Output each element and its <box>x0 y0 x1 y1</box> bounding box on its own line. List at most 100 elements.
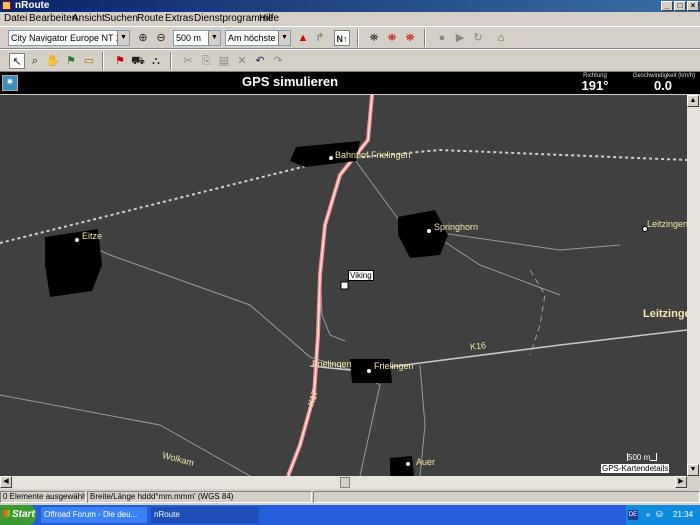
scroll-thumb[interactable] <box>340 477 350 488</box>
cut-icon[interactable]: ✂ <box>180 53 196 69</box>
status-empty-cell <box>313 491 700 503</box>
label-viking[interactable]: Viking <box>348 270 374 281</box>
gps-simulation-bar: ✷ GPS simulieren Richtung 191° Geschwind… <box>0 72 700 94</box>
chevron-down-icon[interactable]: ▼ <box>117 31 129 45</box>
maximize-button[interactable]: □ <box>674 1 686 11</box>
title-bar: nRoute _ □ × <box>0 0 700 12</box>
horizontal-scrollbar[interactable]: ◀ ▶ <box>0 476 687 489</box>
copy-icon[interactable]: ⎘ <box>198 53 214 69</box>
chevron-down-icon[interactable]: ▼ <box>278 31 290 45</box>
status-bar: 0 Elemente ausgewählt Breite/Länge hddd°… <box>0 490 700 504</box>
tray-expand-icon[interactable]: « <box>646 505 650 525</box>
menu-bar: Datei Bearbeiten Ansicht Suchen Route Ex… <box>0 12 700 26</box>
scroll-left-icon[interactable]: ◀ <box>0 476 12 488</box>
taskbar: Start Offroad Forum - Die deu... nRoute … <box>0 505 700 525</box>
windows-logo-icon <box>3 510 10 517</box>
vertical-scrollbar[interactable]: ▲ ▼ <box>687 95 700 476</box>
window-title: nRoute <box>15 0 50 11</box>
label-eitze[interactable]: Eitze <box>82 231 102 241</box>
menu-hilfe[interactable]: Hilfe <box>259 13 279 24</box>
play-icon[interactable]: ▶ <box>452 30 468 46</box>
toolbar-separator <box>357 29 359 47</box>
waypoint-flag-icon[interactable]: ⚑ <box>63 53 79 69</box>
home-icon[interactable]: ⌂ <box>493 30 509 46</box>
taskbar-item-nroute[interactable]: nRoute <box>151 507 259 523</box>
zoom-in-icon[interactable]: ⊕ <box>135 30 151 46</box>
close-button[interactable]: × <box>687 1 699 11</box>
minimize-button[interactable]: _ <box>661 1 673 11</box>
menu-suchen[interactable]: Suchen <box>104 13 138 24</box>
menu-route[interactable]: Route <box>137 13 164 24</box>
select-pointer-icon[interactable]: ↖ <box>9 53 25 69</box>
detail-level-select[interactable]: Am höchste ▼ <box>225 30 291 46</box>
network-icon[interactable]: ⛁ <box>656 505 663 525</box>
area-auer <box>390 456 414 476</box>
north-up-icon[interactable]: N↑ <box>334 30 350 46</box>
area-springhorn <box>398 210 448 258</box>
label-leitzingen-large[interactable]: Leitzinge <box>643 308 687 320</box>
delete-icon[interactable]: ✕ <box>234 53 250 69</box>
scale-label: 500 m <box>628 453 651 462</box>
gps-panel-title: GPS simulieren <box>241 74 339 89</box>
hand-pan-icon[interactable]: ✋ <box>45 53 61 69</box>
railway-line <box>0 148 687 244</box>
undo-icon[interactable]: ↶ <box>252 53 268 69</box>
heading-value: 191° <box>581 78 609 93</box>
label-auer[interactable]: Auer <box>416 457 435 467</box>
label-road-k16: K16 <box>469 340 487 352</box>
map-view[interactable]: Bahnhof Frielingen Eitze Springhorn Leit… <box>0 95 687 476</box>
loop-icon[interactable]: ↻ <box>470 30 486 46</box>
map-product-value: City Navigator Europe NT 2009 <box>11 33 130 43</box>
binoculars-icon[interactable]: ⛯ <box>366 30 382 46</box>
clock[interactable]: 21:34 <box>673 505 693 525</box>
city-dots <box>74 155 648 467</box>
zoom-scale-value: 500 m <box>176 33 202 43</box>
find-nearby-icon[interactable]: ⛯ <box>384 30 400 46</box>
speed-value: 0.0 <box>653 78 673 93</box>
viking-marker <box>340 281 349 290</box>
chevron-down-icon[interactable]: ▼ <box>208 31 220 45</box>
track-dashed <box>529 269 546 356</box>
menu-ansicht[interactable]: Ansicht <box>72 13 105 24</box>
menu-extras[interactable]: Extras <box>165 13 193 24</box>
toolbar-separator <box>170 52 172 70</box>
up-arrow-icon[interactable]: ▲ <box>295 30 311 46</box>
language-indicator[interactable]: DE <box>628 510 638 520</box>
turn-icon[interactable]: ↱ <box>312 30 328 46</box>
map-product-select[interactable]: City Navigator Europe NT 2009 ▼ <box>8 30 130 46</box>
main-toolbar: City Navigator Europe NT 2009 ▼ ⊕ ⊖ 500 … <box>0 26 700 49</box>
label-frielingen-right[interactable]: Frielingen <box>374 361 414 371</box>
menu-bearbeiten[interactable]: Bearbeiten <box>29 13 77 24</box>
label-bahnhof-frielingen[interactable]: Bahnhof Frielingen <box>335 150 411 160</box>
label-leitzingen-small[interactable]: Leitzingen <box>647 219 687 229</box>
zoom-out-icon[interactable]: ⊖ <box>153 30 169 46</box>
gps-map-details-label[interactable]: GPS-Kartendetails <box>601 464 670 473</box>
menu-datei[interactable]: Datei <box>4 13 27 24</box>
selection-status: 0 Elemente ausgewählt <box>0 491 86 503</box>
taskbar-item-browser[interactable]: Offroad Forum - Die deu... <box>41 507 147 523</box>
scroll-right-icon[interactable]: ▶ <box>675 476 687 488</box>
start-button[interactable]: Start <box>0 505 36 525</box>
new-waypoint-icon[interactable]: ⚑ <box>112 53 128 69</box>
scroll-up-icon[interactable]: ▲ <box>687 95 699 107</box>
system-tray: DE « ⛁ 21:34 <box>626 505 700 525</box>
measure-ruler-icon[interactable]: ▭ <box>81 53 97 69</box>
scroll-corner <box>687 476 700 489</box>
coordinate-format: Breite/Länge hddd°mm.mmm' (WGS 84) <box>87 491 312 503</box>
zoom-scale-select[interactable]: 500 m ▼ <box>173 30 221 46</box>
paste-icon[interactable]: ▤ <box>216 53 232 69</box>
detail-level-value: Am höchste <box>228 33 276 43</box>
scroll-down-icon[interactable]: ▼ <box>687 464 699 476</box>
find-address-icon[interactable]: ⛯ <box>402 30 418 46</box>
redo-icon[interactable]: ↷ <box>270 53 286 69</box>
record-icon[interactable]: ● <box>434 30 450 46</box>
new-track-icon[interactable]: ⛬ <box>148 53 164 69</box>
new-route-icon[interactable]: ⛟ <box>130 53 146 69</box>
tools-toolbar: ↖ ⌕ ✋ ⚑ ▭ ⚑ ⛟ ⛬ ✂ ⎘ ▤ ✕ ↶ ↷ <box>0 49 700 72</box>
app-icon <box>2 1 11 10</box>
magnifier-icon[interactable]: ⌕ <box>27 53 43 69</box>
minor-roads <box>0 159 621 476</box>
toolbar-separator <box>102 52 104 70</box>
label-springhorn[interactable]: Springhorn <box>434 222 478 232</box>
label-frielingen-left[interactable]: Frielingen <box>312 359 352 369</box>
